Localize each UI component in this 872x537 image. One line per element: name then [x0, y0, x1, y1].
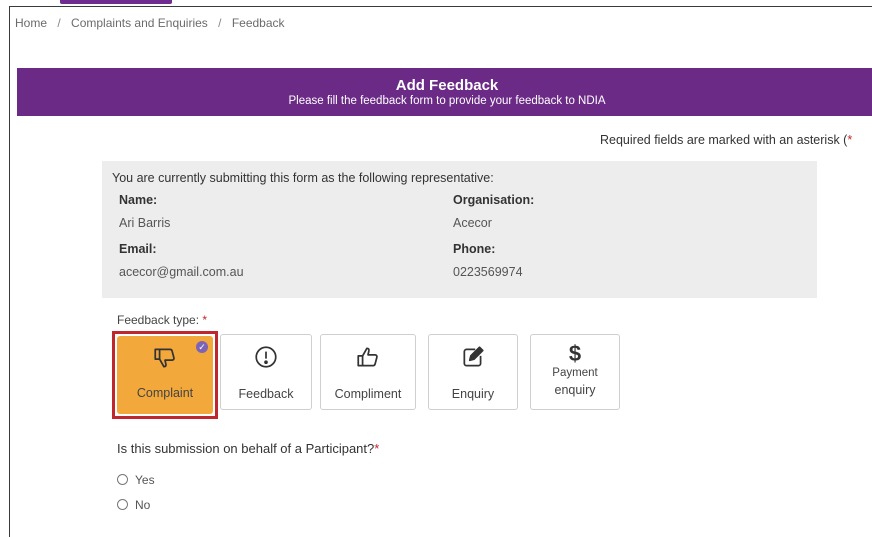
representative-intro: You are currently submitting this form a…: [112, 171, 494, 185]
exclamation-circle-icon: [221, 344, 311, 370]
organisation-label: Organisation:: [453, 193, 535, 207]
participant-question-text: Is this submission on behalf of a Partic…: [117, 441, 375, 456]
yes-label: Yes: [135, 473, 155, 487]
breadcrumb-separator: /: [57, 16, 61, 30]
feedback-type-label-text: Feedback type:: [117, 313, 200, 327]
feedback-type-label: Feedback type: *: [117, 313, 207, 327]
page-banner: Add Feedback Please fill the feedback fo…: [17, 68, 872, 116]
organisation-value: Acecor: [453, 216, 492, 230]
participant-yes-option[interactable]: Yes: [117, 473, 155, 487]
enquiry-option-button[interactable]: Enquiry: [428, 334, 518, 410]
phone-label: Phone:: [453, 242, 496, 256]
dollar-icon: $: [568, 341, 582, 366]
enquiry-option-label: Enquiry: [451, 387, 495, 401]
name-value: Ari Barris: [119, 216, 171, 230]
page-subtitle: Please fill the feedback form to provide…: [288, 95, 606, 107]
name-label: Name:: [119, 193, 158, 207]
email-value: acecor@gmail.com.au: [119, 265, 244, 279]
cropped-heading-fragment: [60, 0, 172, 4]
required-fields-note: Required fields are marked with an aster…: [600, 133, 852, 147]
edit-icon: [429, 344, 517, 370]
participant-question: Is this submission on behalf of a Partic…: [117, 441, 379, 456]
thumbs-up-icon: [321, 344, 415, 370]
required-star: *: [374, 441, 380, 456]
radio-button-no[interactable]: [117, 499, 128, 510]
required-star: *: [847, 133, 853, 147]
required-note-text: Required fields are marked with an aster…: [600, 133, 848, 147]
payment-enquiry-option-button[interactable]: $ Payment enquiry: [530, 334, 620, 410]
breadcrumb: Home / Complaints and Enquiries / Feedba…: [15, 16, 285, 30]
required-star: *: [202, 313, 208, 327]
breadcrumb-feedback: Feedback: [231, 16, 285, 30]
compliment-option-label: Compliment: [334, 387, 402, 401]
email-label: Email:: [119, 242, 157, 256]
payment-option-label-line2: enquiry: [554, 383, 596, 397]
radio-button-yes[interactable]: [117, 474, 128, 485]
breadcrumb-home[interactable]: Home: [15, 16, 47, 30]
payment-option-label-line1: Payment: [552, 367, 598, 379]
complaint-option-label: Complaint: [136, 386, 194, 400]
representative-info-panel: You are currently submitting this form a…: [102, 161, 817, 298]
breadcrumb-complaints-enquiries[interactable]: Complaints and Enquiries: [71, 16, 208, 30]
complaint-option-button[interactable]: ✓ Complaint: [117, 336, 213, 414]
participant-no-option[interactable]: No: [117, 498, 150, 512]
feedback-option-label: Feedback: [238, 387, 294, 401]
breadcrumb-separator: /: [218, 16, 222, 30]
compliment-option-button[interactable]: Compliment: [320, 334, 416, 410]
page-title: Add Feedback: [395, 77, 499, 94]
thumbs-down-icon: [117, 345, 213, 371]
no-label: No: [135, 498, 151, 512]
feedback-option-button[interactable]: Feedback: [220, 334, 312, 410]
phone-value: 0223569974: [453, 265, 523, 279]
